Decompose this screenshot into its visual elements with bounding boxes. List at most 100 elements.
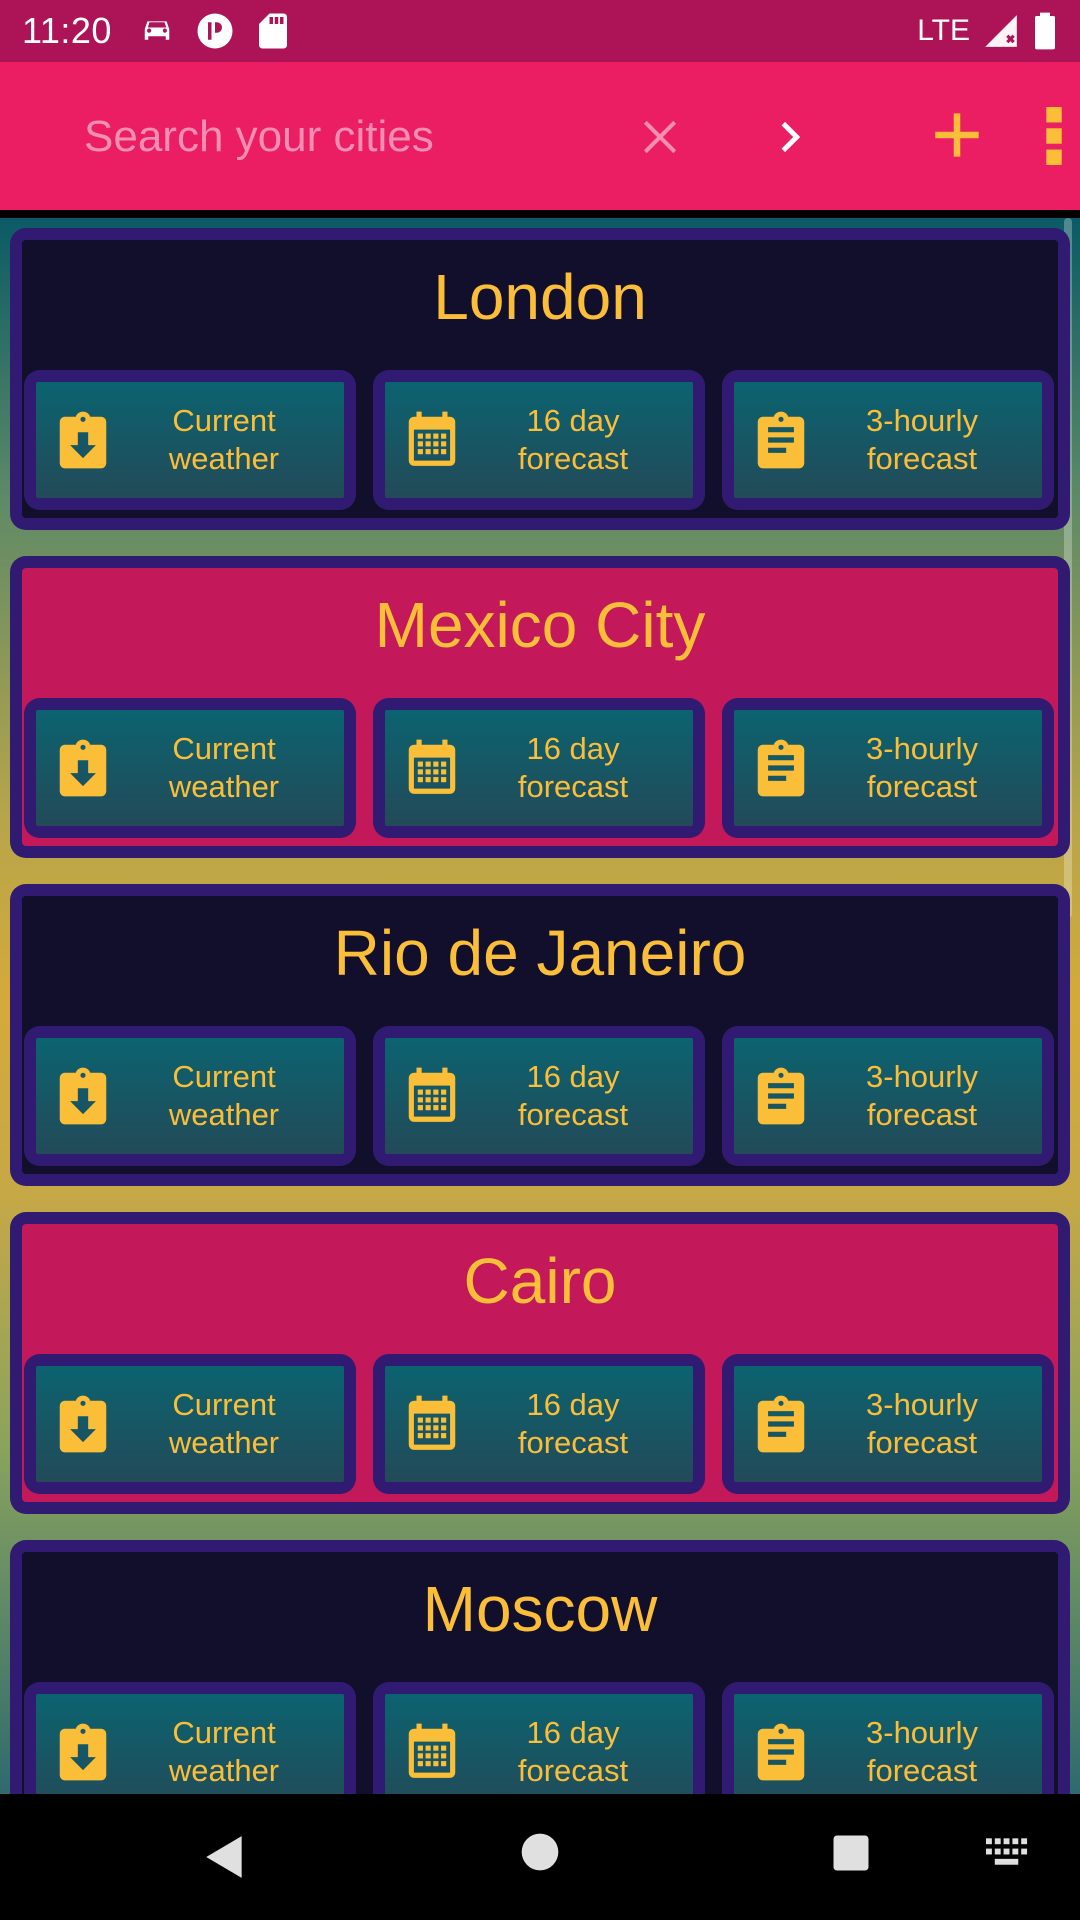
clipboard-list-icon: [750, 409, 812, 471]
action-label: 16 day forecast: [517, 731, 629, 804]
sixteen-day-forecast-button[interactable]: 16 day forecast: [373, 698, 705, 838]
action-label: 16 day forecast: [517, 1059, 629, 1132]
city-name: Mexico City: [374, 589, 706, 661]
three-hourly-forecast-button[interactable]: 3-hourly forecast: [722, 1354, 1054, 1494]
action-label: 3-hourly forecast: [866, 1715, 978, 1788]
current-weather-button[interactable]: Current weather: [24, 1026, 356, 1166]
calendar-icon: [401, 1393, 463, 1455]
current-weather-button[interactable]: Current weather: [24, 1682, 356, 1794]
clipboard-download-icon: [52, 737, 114, 799]
calendar-icon: [401, 1065, 463, 1127]
action-label: 3-hourly forecast: [866, 1059, 978, 1132]
action-button-body: Current weather: [36, 1366, 344, 1482]
clipboard-list-icon: [750, 1393, 812, 1455]
action-button-body: Current weather: [36, 1038, 344, 1154]
clear-search-button[interactable]: [630, 107, 690, 167]
more-vert-icon: [1046, 107, 1062, 165]
status-notification-icons: [136, 10, 294, 52]
action-label: 16 day forecast: [517, 403, 629, 476]
home-icon[interactable]: [520, 1832, 560, 1872]
status-bar: 11:20 LTE: [0, 0, 1080, 62]
city-card-body: Mexico City Current weather 16 day forecas…: [22, 568, 1058, 846]
navigation-bar: [0, 1794, 1080, 1920]
action-button-body: 3-hourly forecast: [734, 1694, 1042, 1794]
action-label: Current weather: [168, 403, 280, 476]
add-city-button[interactable]: [924, 102, 990, 168]
action-button-body: 3-hourly forecast: [734, 1038, 1042, 1154]
sixteen-day-forecast-button[interactable]: 16 day forecast: [373, 1682, 705, 1794]
action-label: 16 day forecast: [517, 1715, 629, 1788]
search-input[interactable]: [84, 102, 604, 172]
clipboard-list-icon: [750, 1065, 812, 1127]
city-actions: Current weather 16 day forecast 3-hourly f…: [24, 1354, 1056, 1494]
city-list[interactable]: London Current weather 16 day forecast 3-ho…: [0, 210, 1080, 1794]
three-hourly-forecast-button[interactable]: 3-hourly forecast: [722, 1026, 1054, 1166]
clipboard-download-icon: [52, 1721, 114, 1783]
city-card[interactable]: London Current weather 16 day forecast 3-ho…: [10, 228, 1070, 530]
action-button-body: Current weather: [36, 710, 344, 826]
recents-icon[interactable]: [830, 1832, 872, 1874]
action-button-body: 3-hourly forecast: [734, 1366, 1042, 1482]
action-label: Current weather: [168, 731, 280, 804]
sixteen-day-forecast-button[interactable]: 16 day forecast: [373, 370, 705, 510]
current-weather-button[interactable]: Current weather: [24, 370, 356, 510]
close-icon: [643, 120, 677, 154]
city-name: London: [433, 261, 647, 333]
action-button-body: Current weather: [36, 1694, 344, 1794]
action-label: Current weather: [168, 1715, 280, 1788]
city-actions: Current weather 16 day forecast 3-hourly f…: [24, 1682, 1056, 1794]
action-button-body: 3-hourly forecast: [734, 710, 1042, 826]
sd-card-icon: [258, 13, 287, 49]
plus-icon: [935, 113, 979, 157]
action-label: 16 day forecast: [517, 1387, 629, 1460]
app-icon: [197, 13, 233, 49]
city-name: Moscow: [422, 1573, 658, 1645]
clipboard-list-icon: [750, 737, 812, 799]
calendar-icon: [401, 409, 463, 471]
search-go-button[interactable]: [760, 107, 820, 167]
action-button-body: 16 day forecast: [385, 710, 693, 826]
city-name: Rio de Janeiro: [333, 917, 747, 989]
city-card[interactable]: Moscow Current weather 16 day forecast 3-ho…: [10, 1540, 1070, 1794]
sixteen-day-forecast-button[interactable]: 16 day forecast: [373, 1026, 705, 1166]
action-label: 3-hourly forecast: [866, 731, 978, 804]
status-time: 11:20: [22, 10, 112, 51]
status-system-icons: LTE: [917, 11, 1058, 51]
three-hourly-forecast-button[interactable]: 3-hourly forecast: [722, 370, 1054, 510]
clipboard-download-icon: [52, 1393, 114, 1455]
back-icon[interactable]: [200, 1832, 250, 1882]
car-icon: [144, 21, 170, 40]
app-bar: [0, 62, 1080, 210]
current-weather-button[interactable]: Current weather: [24, 698, 356, 838]
network-type: LTE: [917, 14, 970, 47]
chevron-right-icon: [781, 121, 801, 153]
sixteen-day-forecast-button[interactable]: 16 day forecast: [373, 1354, 705, 1494]
action-button-body: 16 day forecast: [385, 382, 693, 498]
action-button-body: 3-hourly forecast: [734, 382, 1042, 498]
city-card-body: Cairo Current weather 16 day forecast 3-hou…: [22, 1224, 1058, 1502]
signal-icon: [985, 15, 1017, 47]
action-button-body: 16 day forecast: [385, 1366, 693, 1482]
battery-icon: [1035, 12, 1055, 50]
city-actions: Current weather 16 day forecast 3-hourly f…: [24, 698, 1056, 838]
current-weather-button[interactable]: Current weather: [24, 1354, 356, 1494]
city-actions: Current weather 16 day forecast 3-hourly f…: [24, 370, 1056, 510]
three-hourly-forecast-button[interactable]: 3-hourly forecast: [722, 698, 1054, 838]
city-card-body: Rio de Janeiro Current weather 16 day fore…: [22, 896, 1058, 1174]
city-card[interactable]: Rio de Janeiro Current weather 16 day fore…: [10, 884, 1070, 1186]
clipboard-download-icon: [52, 409, 114, 471]
city-actions: Current weather 16 day forecast 3-hourly f…: [24, 1026, 1056, 1166]
keyboard-icon[interactable]: [986, 1838, 1030, 1868]
action-button-body: Current weather: [36, 382, 344, 498]
city-name: Cairo: [463, 1245, 617, 1317]
calendar-icon: [401, 1721, 463, 1783]
action-button-body: 16 day forecast: [385, 1694, 693, 1794]
three-hourly-forecast-button[interactable]: 3-hourly forecast: [722, 1682, 1054, 1794]
more-options-button[interactable]: [1034, 100, 1074, 172]
city-card-body: Moscow Current weather 16 day forecast 3-ho…: [22, 1552, 1058, 1794]
city-card[interactable]: Mexico City Current weather 16 day forecas…: [10, 556, 1070, 858]
city-card[interactable]: Cairo Current weather 16 day forecast 3-hou…: [10, 1212, 1070, 1514]
city-card-body: London Current weather 16 day forecast 3-ho…: [22, 240, 1058, 518]
calendar-icon: [401, 737, 463, 799]
action-label: 3-hourly forecast: [866, 403, 978, 476]
